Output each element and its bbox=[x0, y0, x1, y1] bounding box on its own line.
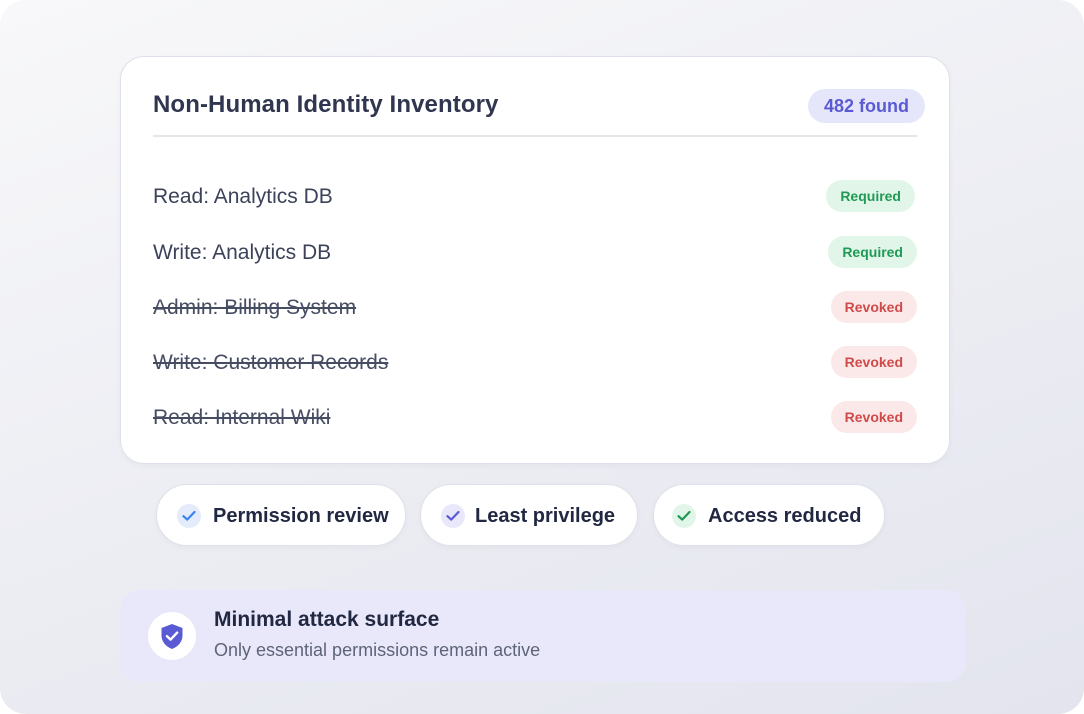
permission-row: Admin: Billing System Revoked bbox=[153, 291, 917, 325]
card-header: Non-Human Identity Inventory 482 found bbox=[153, 89, 925, 137]
permission-label: Admin: Billing System bbox=[153, 296, 357, 319]
permission-row: Write: Customer Records Revoked bbox=[153, 346, 917, 380]
check-icon bbox=[177, 504, 201, 528]
chip-label: Access reduced bbox=[708, 505, 862, 527]
check-icon bbox=[672, 504, 696, 528]
permission-row: Write: Analytics DB Required bbox=[153, 236, 917, 270]
status-badge: Revoked bbox=[830, 291, 917, 323]
summary-subtitle: Only essential permissions remain active bbox=[214, 640, 541, 660]
status-badge: Revoked bbox=[830, 401, 917, 433]
summary-banner: Minimal attack surface Only essential pe… bbox=[120, 590, 966, 682]
status-badge: Required bbox=[826, 180, 915, 212]
status-badge: Revoked bbox=[830, 346, 917, 378]
count-badge: 482 found bbox=[807, 89, 925, 123]
chip-access-reduced: Access reduced bbox=[653, 484, 885, 546]
chip-label: Permission review bbox=[213, 505, 389, 527]
permission-label: Write: Customer Records bbox=[153, 351, 389, 374]
permission-row: Read: Internal Wiki Revoked bbox=[153, 401, 917, 435]
canvas: Non-Human Identity Inventory 482 found R… bbox=[0, 0, 1084, 714]
chip-permission-review: Permission review bbox=[156, 484, 406, 546]
permission-label: Read: Analytics DB bbox=[153, 185, 333, 208]
inventory-card: Non-Human Identity Inventory 482 found R… bbox=[120, 56, 950, 464]
check-icon bbox=[441, 504, 465, 528]
chip-label: Least privilege bbox=[475, 505, 616, 527]
summary-title: Minimal attack surface bbox=[214, 608, 440, 631]
permission-label: Write: Analytics DB bbox=[153, 241, 332, 264]
permission-label: Read: Internal Wiki bbox=[153, 406, 331, 429]
card-title: Non-Human Identity Inventory bbox=[153, 91, 499, 118]
status-badge: Required bbox=[828, 236, 917, 268]
permission-row: Read: Analytics DB Required bbox=[153, 180, 917, 214]
shield-check-icon bbox=[148, 612, 196, 660]
chip-least-privilege: Least privilege bbox=[420, 484, 638, 546]
